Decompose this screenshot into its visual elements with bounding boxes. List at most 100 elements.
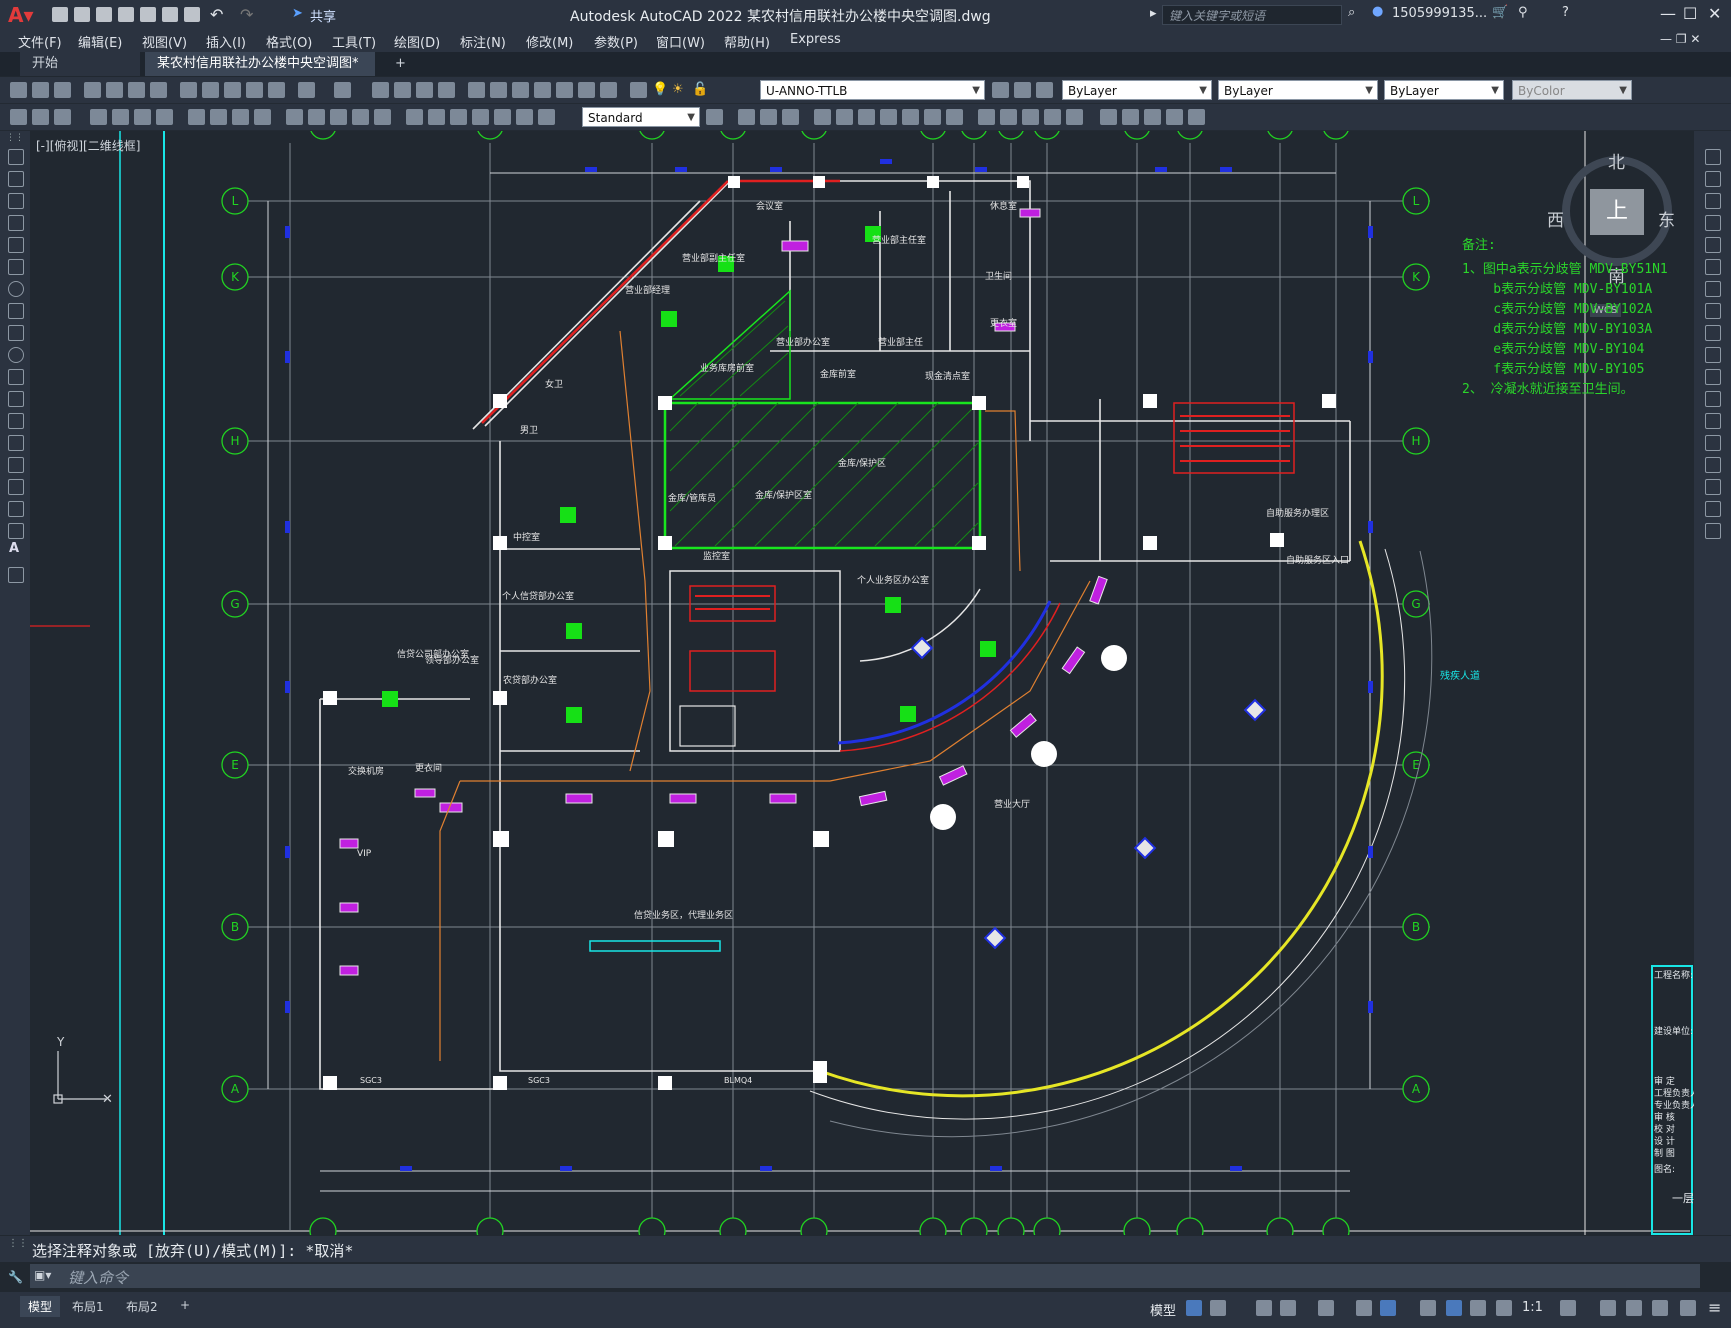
sheet-set-icon[interactable] — [534, 82, 551, 98]
tolerance-icon[interactable] — [406, 109, 423, 125]
tab-layout2[interactable]: 布局2 — [118, 1296, 166, 1317]
chamfer-tool-icon[interactable] — [1705, 457, 1721, 473]
linetype-select[interactable]: ByLayer ▼ — [1218, 80, 1378, 100]
menu-edit[interactable]: 编辑(E) — [78, 32, 122, 51]
help-icon[interactable] — [600, 82, 617, 98]
autocad-logo-icon[interactable]: A▾ — [8, 3, 34, 27]
save-as-icon[interactable] — [118, 7, 134, 22]
hatch-icon[interactable] — [8, 457, 24, 473]
stretch-icon[interactable] — [902, 109, 919, 125]
palette-grip-icon[interactable]: ⋮⋮ — [6, 133, 24, 143]
make-current-icon[interactable] — [992, 82, 1009, 98]
fillet-tool-icon[interactable] — [1705, 479, 1721, 495]
compass-west[interactable]: 西 — [1547, 206, 1564, 231]
polyline-icon[interactable] — [8, 193, 24, 209]
markup-icon[interactable] — [556, 82, 573, 98]
recent-commands-icon[interactable]: ▣▾ — [34, 1268, 51, 1282]
make-block-icon[interactable] — [8, 413, 24, 429]
snap-icon[interactable] — [1210, 1300, 1226, 1316]
menu-dimension[interactable]: 标注(N) — [460, 32, 506, 51]
polygon-icon[interactable] — [8, 215, 24, 231]
trim-tool-icon[interactable] — [1705, 347, 1721, 363]
draworder-icon[interactable] — [1100, 109, 1117, 125]
layer-previous-icon[interactable] — [1014, 82, 1031, 98]
3d-print-icon[interactable] — [150, 82, 167, 98]
redo-icon[interactable] — [334, 82, 351, 98]
isodraft-icon[interactable] — [1318, 1300, 1334, 1316]
scale-tool-icon[interactable] — [1705, 303, 1721, 319]
chamfer-icon[interactable] — [1022, 109, 1039, 125]
menu-file[interactable]: 文件(F) — [18, 32, 62, 51]
layer-props-icon[interactable] — [630, 82, 647, 98]
units-icon[interactable] — [1626, 1300, 1642, 1316]
publish-icon[interactable] — [128, 82, 145, 98]
qnew-icon[interactable] — [10, 82, 27, 98]
transparency-icon[interactable] — [1446, 1300, 1462, 1316]
customize-menu-icon[interactable]: ≡ — [1708, 1298, 1721, 1317]
open-icon[interactable] — [74, 7, 90, 22]
explode-icon[interactable] — [1066, 109, 1083, 125]
break-point-icon[interactable] — [1705, 391, 1721, 407]
zoom-realtime-icon[interactable] — [394, 82, 411, 98]
array-icon[interactable] — [836, 109, 853, 125]
extend-icon[interactable] — [946, 109, 963, 125]
dim-space-icon[interactable] — [352, 109, 369, 125]
text-front-icon[interactable] — [1166, 109, 1183, 125]
region-icon[interactable] — [10, 109, 27, 125]
hatch-back-icon[interactable] — [1188, 109, 1205, 125]
undo-icon[interactable]: ↶ — [210, 5, 223, 24]
save-web-icon[interactable] — [162, 7, 178, 22]
dim-text-edit-icon[interactable] — [516, 109, 533, 125]
tool-palettes-icon[interactable] — [512, 82, 529, 98]
menu-format[interactable]: 格式(O) — [266, 32, 312, 51]
dim-continue-icon[interactable] — [330, 109, 347, 125]
design-center-icon[interactable] — [490, 82, 507, 98]
cmd-grip-icon[interactable]: ⋮⋮ — [8, 1238, 28, 1249]
add-selected-icon[interactable] — [8, 567, 24, 583]
ellipse-arc-icon[interactable] — [8, 369, 24, 385]
construction-line-icon[interactable] — [8, 171, 24, 187]
dim-radius-icon[interactable] — [188, 109, 205, 125]
erase-icon[interactable] — [1705, 149, 1721, 165]
send-back-icon[interactable] — [1144, 109, 1161, 125]
user-account[interactable]: 1505999135... — [1392, 6, 1487, 21]
paste-icon[interactable] — [224, 82, 241, 98]
fillet-icon[interactable] — [1044, 109, 1061, 125]
search-icon[interactable]: ⌕ — [1348, 5, 1355, 20]
annotation-visibility-icon[interactable] — [1470, 1300, 1486, 1316]
search-expand-icon[interactable]: ▸ — [1150, 6, 1157, 21]
command-input[interactable]: 键入命令 — [68, 1267, 128, 1288]
copy-tool-icon[interactable] — [1705, 171, 1721, 187]
compass-east[interactable]: 东 — [1658, 206, 1675, 231]
open-web-icon[interactable] — [140, 7, 156, 22]
new-tab-button[interactable]: + — [383, 52, 418, 76]
join-icon[interactable] — [1000, 109, 1017, 125]
rotate-tool-icon[interactable] — [1705, 281, 1721, 297]
layer-lock-icon[interactable]: 🔓 — [692, 82, 708, 97]
ellipse-icon[interactable] — [8, 347, 24, 363]
menu-tools[interactable]: 工具(T) — [332, 32, 376, 51]
calculator-icon[interactable] — [578, 82, 595, 98]
cart-icon[interactable]: 🛒 — [1492, 5, 1508, 20]
array-tool-icon[interactable] — [1705, 237, 1721, 253]
new-icon[interactable] — [52, 7, 68, 22]
cut-icon[interactable] — [180, 82, 197, 98]
tab-start[interactable]: 开始 — [20, 52, 140, 76]
menu-draw[interactable]: 绘图(D) — [394, 32, 440, 51]
zoom-window-icon[interactable] — [416, 82, 433, 98]
close-button[interactable]: ✕ — [1708, 4, 1721, 23]
lineweight-select[interactable]: ByLayer ▼ — [1384, 80, 1504, 100]
annotation-scale[interactable]: 1:1 — [1522, 1300, 1543, 1315]
offset-icon[interactable] — [814, 109, 831, 125]
revcloud-icon[interactable] — [8, 303, 24, 319]
center-mark-icon[interactable] — [428, 109, 445, 125]
polar-icon[interactable] — [1280, 1300, 1296, 1316]
color-select[interactable]: ByLayer ▼ — [1062, 80, 1212, 100]
user-icon[interactable]: ● — [1372, 4, 1383, 19]
dim-arc-icon[interactable] — [134, 109, 151, 125]
drawing-canvas[interactable]: L K H G E B A L K H G E B A 5 7 8 9 10 1… — [30, 131, 1694, 1235]
properties-icon[interactable] — [468, 82, 485, 98]
dim-jogged-icon[interactable] — [210, 109, 227, 125]
table-icon[interactable] — [8, 523, 24, 539]
save-icon[interactable] — [96, 7, 112, 22]
